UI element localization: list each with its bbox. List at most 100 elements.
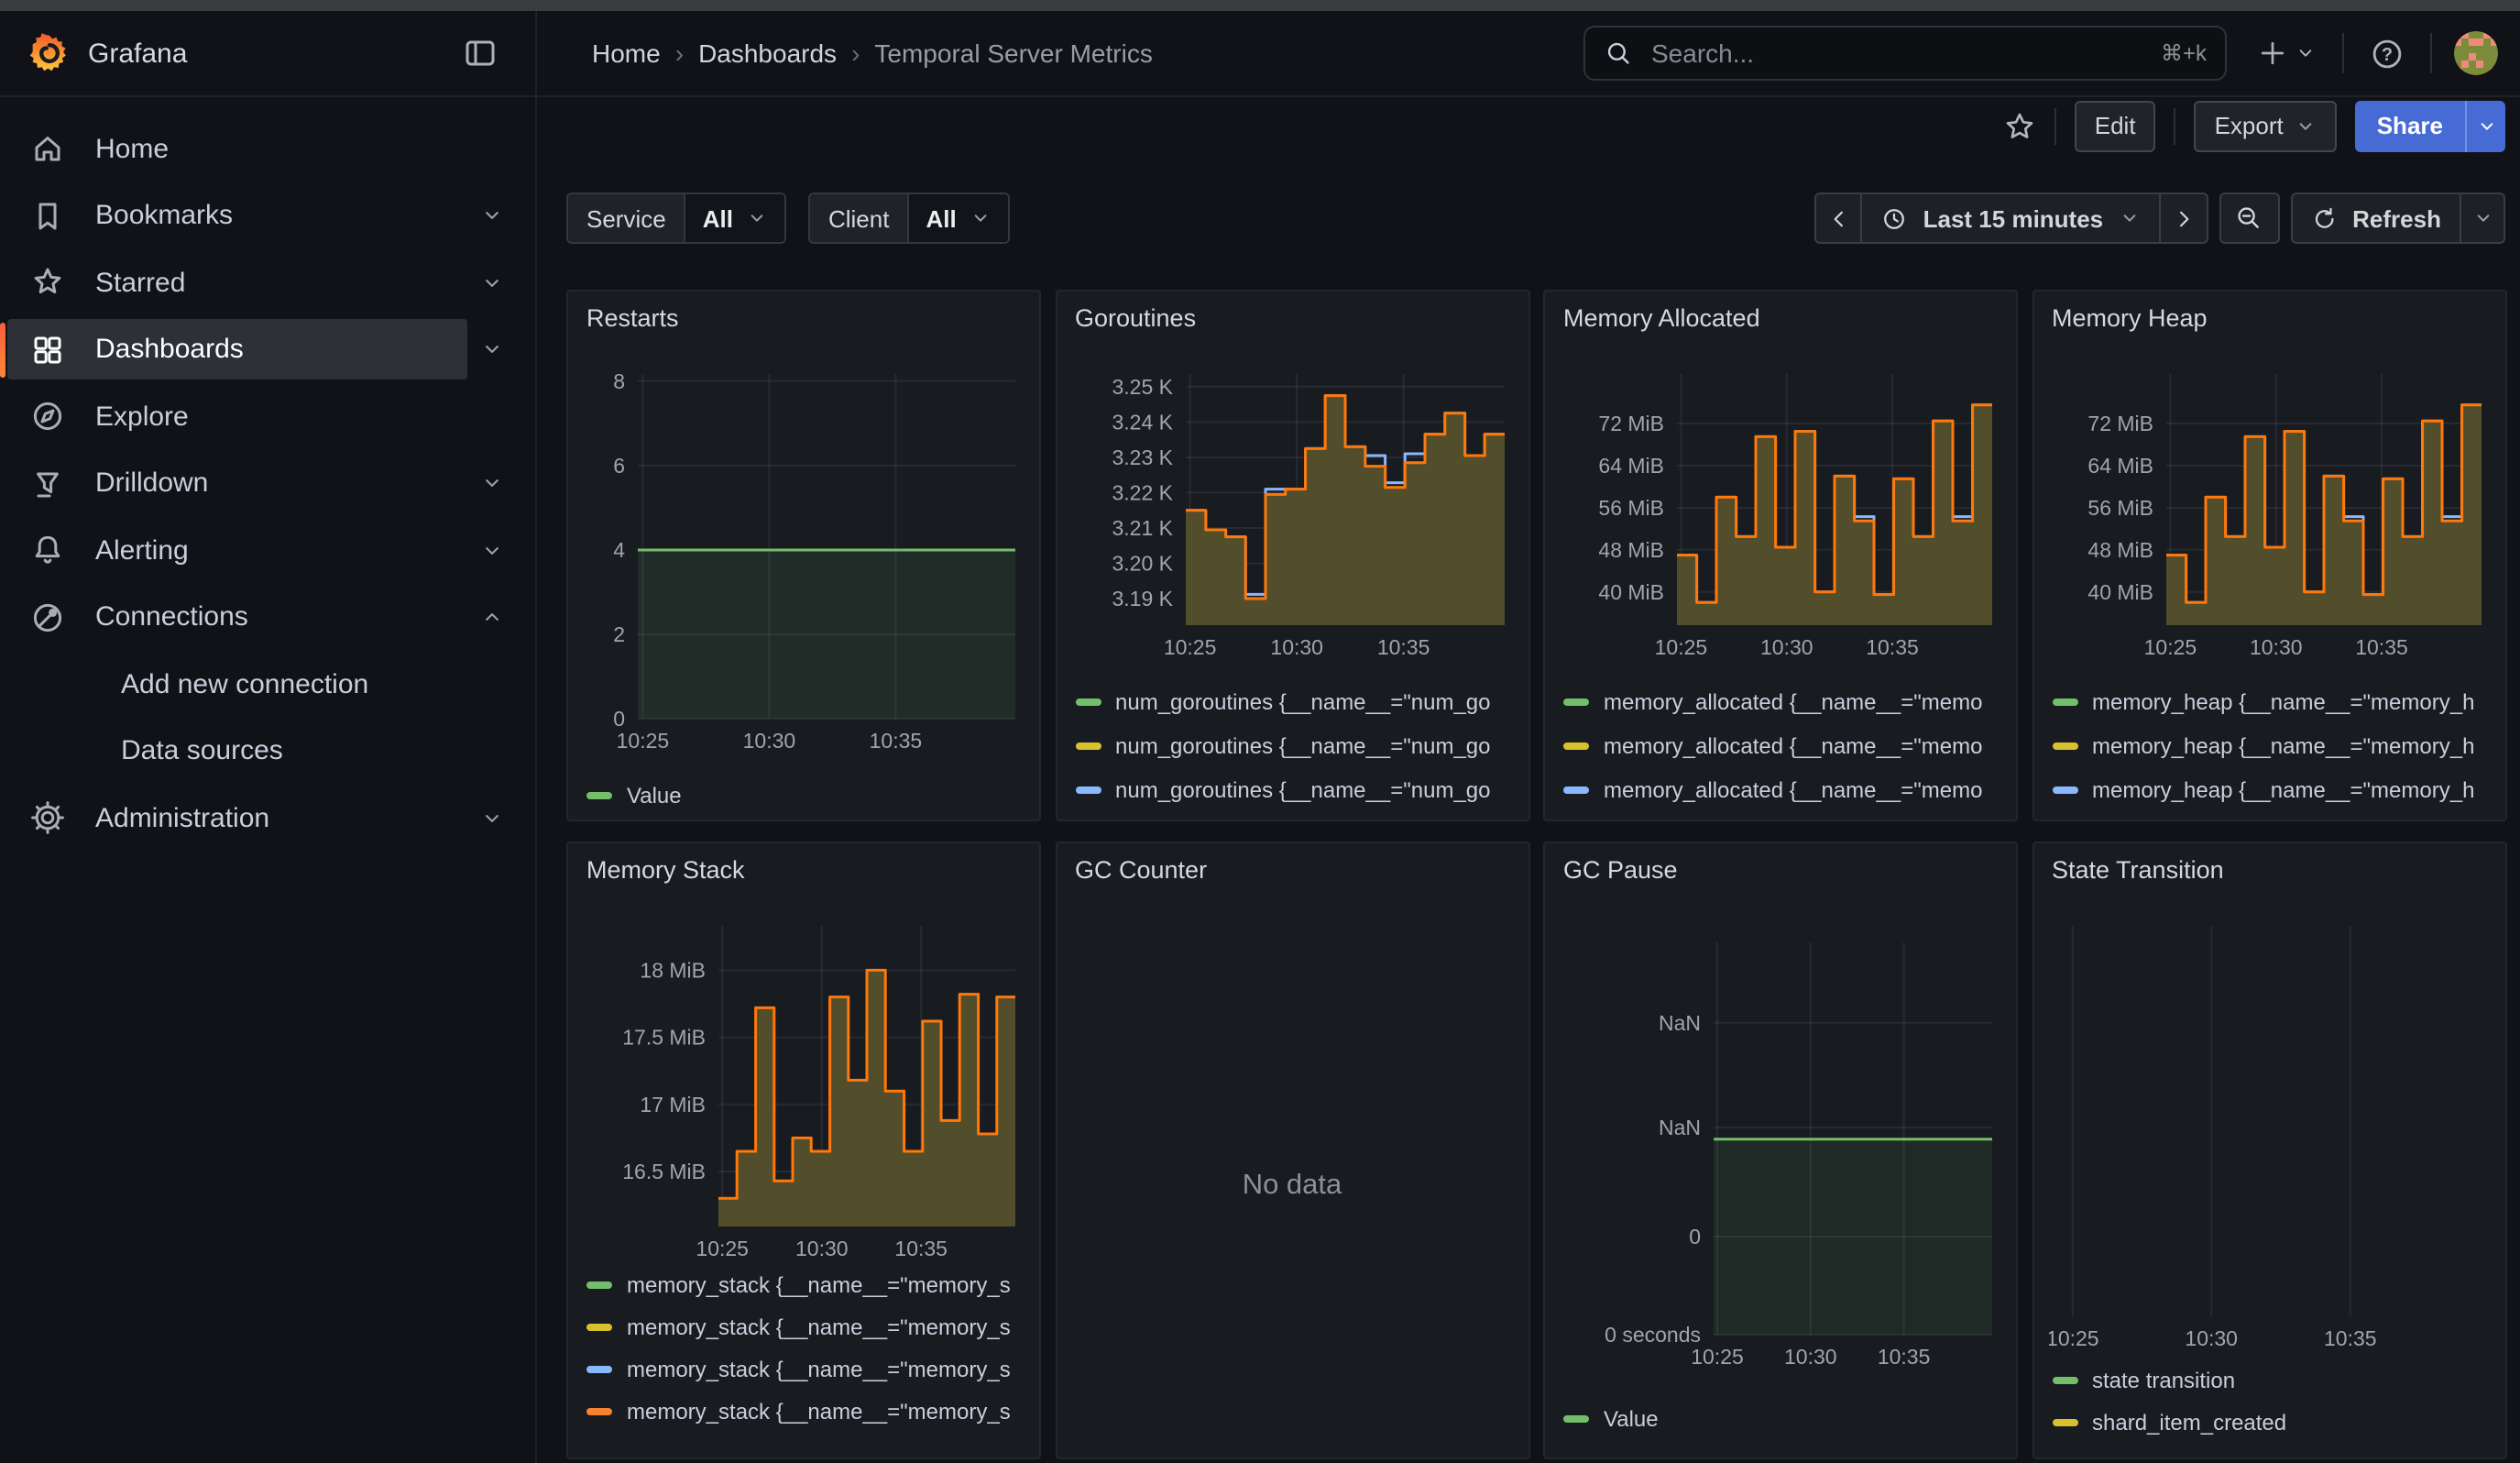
legend-item[interactable]: memory_allocated {__name__="memo — [1563, 724, 2009, 768]
chevron-down-icon[interactable] — [480, 807, 504, 830]
edit-button[interactable]: Edit — [2075, 100, 2156, 151]
legend-item[interactable]: memory_stack {__name__="memory_s — [586, 1263, 1032, 1305]
panel-legend: Value — [1563, 1397, 2009, 1459]
chevron-down-icon[interactable] — [480, 338, 504, 362]
chevron-down-icon[interactable] — [480, 204, 504, 228]
favorite-star-icon[interactable] — [2003, 109, 2036, 142]
add-button[interactable] — [2245, 37, 2328, 70]
sidebar-item-data-sources[interactable]: Data sources — [0, 718, 535, 785]
sidebar-item-administration[interactable]: Administration — [0, 785, 535, 852]
chart-plot[interactable]: NaNNaN00 seconds10:2510:3010:35 — [1560, 895, 2005, 1382]
legend-item[interactable]: state transition — [2052, 1358, 2497, 1401]
legend-swatch — [2052, 1376, 2077, 1383]
legend-swatch — [586, 1365, 612, 1372]
selected-indicator — [0, 322, 5, 378]
search-icon — [1604, 38, 1633, 68]
chevron-down-icon[interactable] — [480, 472, 504, 496]
sidebar-item-add-new-connection[interactable]: Add new connection — [0, 651, 535, 718]
chart-plot[interactable]: 72 MiB64 MiB56 MiB48 MiB40 MiB10:2510:30… — [2048, 343, 2493, 673]
legend-item[interactable]: Value — [1563, 1397, 2009, 1441]
grafana-logo[interactable] — [29, 33, 70, 73]
sidebar-item-label: Connections — [95, 602, 248, 633]
user-avatar[interactable] — [2454, 31, 2498, 75]
sidebar-item-dashboards[interactable]: Dashboards — [0, 316, 535, 383]
panel-gc_pause[interactable]: GC Pause NaNNaN00 seconds10:2510:3010:35 V… — [1543, 842, 2018, 1459]
sidebar-item-alerting[interactable]: Alerting — [0, 517, 535, 584]
chevron-down-icon[interactable] — [480, 271, 504, 295]
legend-item[interactable]: memory_heap {__name__="memory_h — [2052, 680, 2497, 724]
panel-title[interactable]: Memory Heap — [2033, 292, 2504, 332]
refresh-button[interactable]: Refresh — [2290, 192, 2461, 244]
x-axis-label: 10:35 — [1878, 1345, 1931, 1369]
refresh-interval-caret[interactable] — [2461, 192, 2505, 244]
panel-state_transition[interactable]: State Transition 10:2510:3010:35state tra… — [2032, 842, 2506, 1459]
panel-title[interactable]: Memory Stack — [568, 843, 1039, 884]
svg-text:?: ? — [2382, 44, 2393, 64]
chart-plot[interactable]: 10:2510:3010:35 — [2048, 895, 2493, 1364]
time-shift-forward-button[interactable] — [2160, 192, 2208, 244]
chart-plot[interactable]: 3.25 K3.24 K3.23 K3.22 K3.21 K3.20 K3.19… — [1071, 343, 1517, 673]
legend-item[interactable]: num_goroutines {__name__="num_go — [1075, 768, 1520, 812]
legend-item[interactable]: num_goroutines {__name__="num_go — [1075, 724, 1520, 768]
legend-item[interactable]: num_goroutines {__name__="num_go — [1075, 680, 1520, 724]
time-range-picker[interactable]: Last 15 minutes — [1863, 192, 2161, 244]
sidebar-item-drilldown[interactable]: Drilldown — [0, 450, 535, 517]
search-input[interactable] — [1648, 37, 2146, 70]
legend-item[interactable]: num_goroutines {__name__="num_go — [1075, 812, 1520, 821]
legend-item[interactable]: Value — [586, 774, 1032, 818]
export-button[interactable]: Export — [2195, 100, 2337, 151]
share-button[interactable]: Share — [2355, 100, 2465, 151]
panel-goroutines[interactable]: Goroutines 3.25 K3.24 K3.23 K3.22 K3.21 K… — [1055, 290, 1529, 821]
chevron-down-icon[interactable] — [480, 539, 504, 563]
panel-title[interactable]: Goroutines — [1057, 292, 1528, 332]
panel-title[interactable]: GC Pause — [1545, 843, 2016, 884]
legend-item[interactable]: memory_heap {__name__="memory_h — [2052, 768, 2497, 812]
client-filter-value[interactable]: All — [909, 194, 1007, 242]
legend-item[interactable]: memory_stack {__name__="memory_s — [586, 1390, 1032, 1432]
legend-label: num_goroutines {__name__="num_go — [1115, 777, 1491, 803]
sidebar-item-starred[interactable]: Starred — [0, 249, 535, 316]
panel-title[interactable]: GC Counter — [1057, 843, 1528, 884]
legend-item[interactable]: memory_heap {__name__="memory_h — [2052, 812, 2497, 821]
search-box[interactable]: ⌘+k — [1583, 26, 2227, 81]
top-nav-right: Home › Dashboards › Temporal Server Metr… — [537, 11, 2520, 95]
chevron-up-icon[interactable] — [480, 606, 504, 630]
chart-plot[interactable]: 8642010:2510:3010:35 — [583, 343, 1028, 766]
legend-item[interactable]: memory_heap {__name__="memory_h — [2052, 724, 2497, 768]
help-icon[interactable]: ? — [2359, 36, 2416, 71]
legend-item[interactable]: memory_allocated {__name__="memo — [1563, 812, 2009, 821]
sidebar-item-explore[interactable]: Explore — [0, 383, 535, 450]
sidebar-item-home[interactable]: Home — [0, 116, 535, 182]
chart-plot[interactable]: 72 MiB64 MiB56 MiB48 MiB40 MiB10:2510:30… — [1560, 343, 2005, 673]
chart-plot[interactable]: 18 MiB17.5 MiB17 MiB16.5 MiB10:2510:3010… — [583, 895, 1028, 1274]
y-axis-label: 48 MiB — [1598, 538, 1664, 562]
panel-memory_stack[interactable]: Memory Stack 18 MiB17.5 MiB17 MiB16.5 MiB… — [566, 842, 1041, 1459]
panel-title[interactable]: Memory Allocated — [1545, 292, 2016, 332]
legend-swatch — [2052, 742, 2077, 750]
panel-memory_heap[interactable]: Memory Heap 72 MiB64 MiB56 MiB48 MiB40 Mi… — [2032, 290, 2506, 821]
time-shift-back-button[interactable] — [1815, 192, 1863, 244]
sidebar-item-connections[interactable]: Connections — [0, 584, 535, 651]
legend-item[interactable]: memory_stack {__name__="memory_s — [586, 1348, 1032, 1390]
breadcrumb-home[interactable]: Home — [592, 38, 661, 68]
legend-item[interactable]: memory_allocated {__name__="memo — [1563, 680, 2009, 724]
breadcrumb-dashboards[interactable]: Dashboards — [698, 38, 837, 68]
zoom-out-icon[interactable] — [2219, 192, 2279, 244]
panel-title[interactable]: Restarts — [568, 292, 1039, 332]
top-nav: Grafana Home › Dashboards › Temporal Ser… — [0, 11, 2520, 97]
legend-swatch — [1563, 742, 1589, 750]
share-dropdown-caret[interactable] — [2465, 100, 2505, 151]
gear-icon — [26, 800, 70, 837]
x-axis-label: 10:35 — [894, 1237, 948, 1260]
legend-item[interactable]: memory_allocated {__name__="memo — [1563, 768, 2009, 812]
sidebar-toggle-icon[interactable] — [451, 35, 509, 72]
legend-item[interactable]: shard_item_created — [2052, 1401, 2497, 1443]
service-filter-value[interactable]: All — [686, 194, 784, 242]
panel-title[interactable]: State Transition — [2033, 843, 2504, 884]
panel-memory_allocated[interactable]: Memory Allocated 72 MiB64 MiB56 MiB48 MiB… — [1543, 290, 2018, 821]
panel-restarts[interactable]: Restarts 8642010:2510:3010:35 Value — [566, 290, 1041, 821]
sidebar-item-bookmarks[interactable]: Bookmarks — [0, 182, 535, 249]
legend-item[interactable]: memory_stack {__name__="memory_s — [586, 1305, 1032, 1348]
panel-gc_counter[interactable]: GC CounterNo data — [1055, 842, 1529, 1459]
x-axis-label: 10:35 — [1866, 635, 1919, 659]
